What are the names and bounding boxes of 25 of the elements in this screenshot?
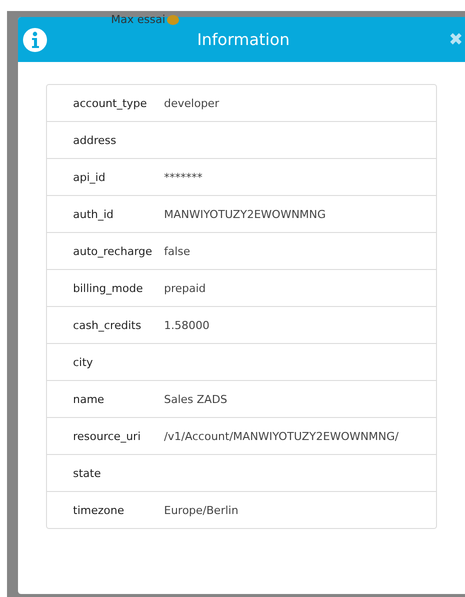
field-value: /v1/Account/MANWIYOTUZY2EWOWNMNG/ [164,430,399,442]
field-value: developer [164,96,220,110]
field-name: address [72,134,118,146]
field-name: api_id [72,170,106,184]
field-name: name [72,392,106,406]
field-name: account_type [72,96,148,110]
field-name: cash_credits [72,318,142,332]
dialog-title: Information [196,30,291,49]
field-name: billing_mode [72,282,144,294]
field-value: Sales ZADS [164,392,228,406]
field-value: 1.58000 [164,318,210,332]
field-value: false [164,244,190,258]
field-name: resource_uri [72,430,142,442]
field-value: MANWIYOTUZY2EWOWNMNG [164,208,326,220]
close-button[interactable]: ✖ [448,30,463,50]
field-value: prepaid [164,282,206,294]
field-name: timezone [72,504,126,516]
field-name: auth_id [72,208,115,220]
info-icon [22,26,48,52]
field-value: ******* [164,170,202,184]
field-name: state [72,466,102,480]
background-text: Max essai [111,13,166,26]
field-name: auto_recharge [72,244,154,258]
field-value: Europe/Berlin [164,504,238,516]
field-name: city [72,356,94,368]
